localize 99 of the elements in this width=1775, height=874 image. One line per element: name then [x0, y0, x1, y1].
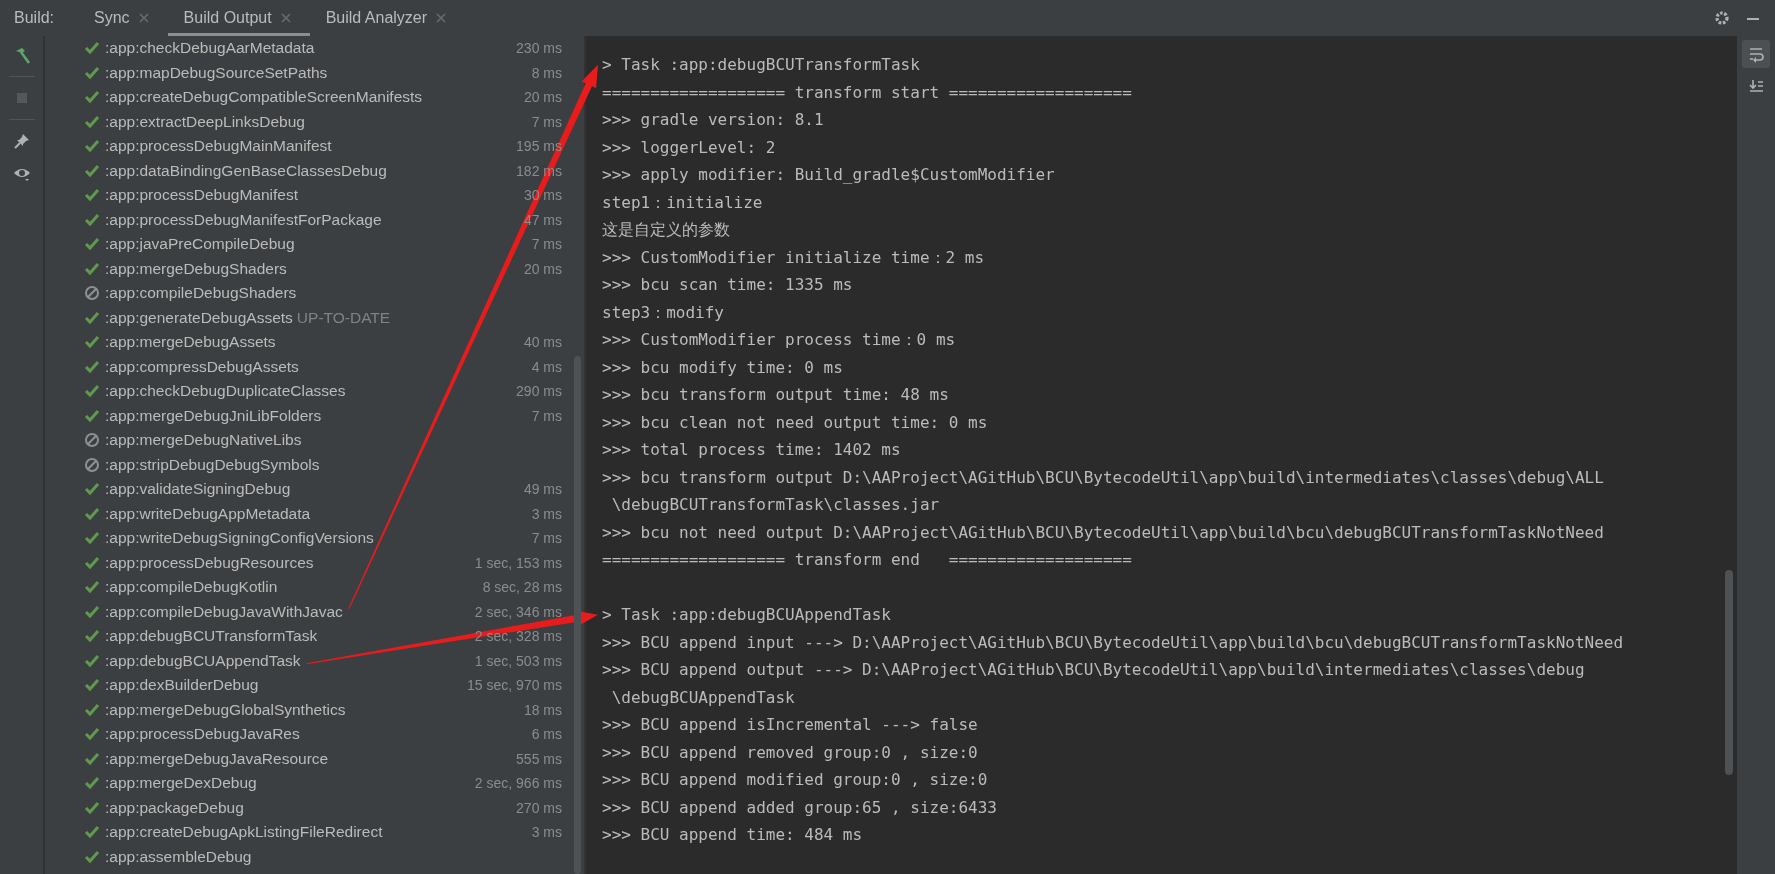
task-name[interactable]: :app:processDebugMainManifest [105, 137, 332, 156]
console-line: >>> bcu scan time: 1335 ms [602, 274, 854, 296]
task-name[interactable]: :app:debugBCUTransformTask [105, 627, 318, 646]
task-name[interactable]: :app:mergeDebugNativeLibs [105, 431, 302, 450]
task-duration: 7 ms [531, 530, 562, 547]
task-duration: 49 ms [523, 481, 562, 498]
console-line: >>> BCU append modified group:0 , size:0 [602, 769, 989, 791]
panel-title: Build: [14, 9, 55, 27]
task-name[interactable]: :app:generateDebugAssets [105, 308, 293, 327]
scroll-to-end-icon[interactable] [1747, 77, 1765, 95]
console-line: >>> bcu clean not need output time: 0 ms [602, 411, 989, 434]
task-duration: 7 ms [531, 407, 562, 424]
task-name[interactable]: :app:writeDebugAppMetadata [105, 504, 311, 523]
task-name[interactable]: :app:checkDebugDuplicateClasses [105, 382, 346, 401]
close-icon[interactable] [279, 12, 292, 24]
task-duration: 270 ms [516, 799, 562, 816]
console-line: step1：initialize [602, 191, 764, 214]
task-duration: 7 ms [531, 113, 562, 130]
task-name[interactable]: :app:mergeDebugShaders [105, 259, 287, 278]
close-icon[interactable] [137, 12, 150, 24]
task-duration: 2 sec, 966 ms [474, 775, 562, 792]
task-duration: 6 ms [531, 726, 562, 743]
console-line: >>> BCU append removed group:0 , size:0 [602, 741, 979, 764]
task-name[interactable]: :app:processDebugJavaRes [105, 725, 300, 744]
console-line: >>> bcu not need output D:\AAProject\AGitHub\BCU\BytecodeUtil\app\build\bcu\debugBCUTransformTaskNotNeed [602, 521, 1605, 544]
task-name[interactable]: :app:mergeDebugGlobalSynthetics [105, 700, 346, 719]
pin-icon[interactable] [12, 132, 31, 150]
console-line: >>> bcu modify time: 0 ms [602, 356, 844, 379]
console-line: \debugBCUTransformTask\classes.jar [610, 494, 941, 516]
console-line: >>> BCU append isIncremental ---> false [602, 714, 979, 736]
task-duration: 8 sec, 28 ms [482, 579, 562, 596]
task-name[interactable]: :app:validateSigningDebug [105, 480, 291, 499]
task-name[interactable]: :app:processDebugManifestForPackage [105, 210, 382, 229]
console-line: >>> bcu transform output D:\AAProject\AGitHub\BCU\BytecodeUtil\app\build\intermediates\classes\debug\ALL [602, 466, 1605, 489]
soft-wrap-icon[interactable] [1747, 45, 1765, 63]
task-name[interactable]: :app:mergeDexDebug [105, 774, 257, 793]
task-name[interactable]: :app:mapDebugSourceSetPaths [105, 63, 328, 82]
task-name[interactable]: :app:createDebugApkListingFileRedirect [105, 823, 383, 842]
task-duration: 290 ms [516, 383, 562, 400]
console-line: > Task :app:debugBCUTransformTask [602, 54, 921, 76]
task-name[interactable]: :app:assembleDebug [105, 847, 252, 866]
task-status: UP-TO-DATE [296, 308, 391, 327]
console-line: > Task :app:debugBCUAppendTask [602, 604, 892, 626]
console-line: 这是自定义的参数 [602, 219, 731, 241]
console-line: >>> BCU append input ---> D:\AAProject\AGitHub\BCU\BytecodeUtil\app\build\bcu\debugBCUTransformTaskNotNeed [602, 631, 1625, 654]
console-line: >>> gradle version: 8.1 [602, 109, 825, 131]
scrollbar-thumb[interactable] [574, 356, 581, 874]
task-name[interactable]: :app:processDebugManifest [105, 186, 298, 205]
tab[interactable]: Build Analyzer [309, 0, 466, 36]
task-name[interactable]: :app:debugBCUAppendTask [105, 651, 301, 670]
tab[interactable]: Sync [78, 0, 168, 36]
console-line: >>> bcu transform output time: 48 ms [602, 384, 950, 406]
task-name[interactable]: :app:checkDebugAarMetadata [105, 39, 315, 58]
console-line: >>> BCU append output ---> D:\AAProject\AGitHub\BCU\BytecodeUtil\app\build\intermediates\classes\debug [602, 659, 1586, 681]
task-duration: 3 ms [531, 505, 562, 522]
task-duration: 555 ms [516, 750, 562, 767]
task-name[interactable]: :app:stripDebugDebugSymbols [105, 455, 320, 474]
task-duration: 15 sec, 970 ms [467, 677, 562, 694]
task-duration: 7 ms [531, 236, 562, 253]
console-line: >>> loggerLevel: 2 [602, 136, 777, 159]
task-name[interactable]: :app:javaPreCompileDebug [105, 235, 295, 254]
task-name[interactable]: :app:dataBindingGenBaseClassesDebug [105, 161, 387, 180]
task-duration: 3 ms [531, 824, 562, 841]
task-duration: 230 ms [516, 40, 562, 57]
task-duration: 2 sec, 346 ms [474, 603, 562, 620]
task-duration: 4 ms [531, 358, 562, 375]
console-line: >>> BCU append added group:65 , size:6433 [602, 796, 998, 819]
settings-icon[interactable] [1713, 9, 1731, 27]
task-name[interactable]: :app:compileDebugJavaWithJavac [105, 602, 343, 621]
task-duration: 20 ms [523, 260, 562, 277]
task-name[interactable]: :app:mergeDebugAssets [105, 333, 276, 352]
console-line: =================== transform end =================== [602, 549, 1133, 571]
console-line: >>> total process time: 1402 ms [602, 439, 902, 461]
task-name[interactable]: :app:packageDebug [105, 798, 244, 817]
task-duration: 40 ms [523, 334, 562, 351]
task-duration: 18 ms [523, 701, 562, 718]
task-name[interactable]: :app:writeDebugSigningConfigVersions [105, 529, 374, 548]
console-line: >>> CustomModifier process time：0 ms [602, 329, 957, 351]
task-duration: 20 ms [523, 89, 562, 106]
task-name[interactable]: :app:compressDebugAssets [105, 357, 299, 376]
task-name[interactable]: :app:compileDebugKotlin [105, 578, 278, 597]
task-duration: 1 sec, 153 ms [474, 554, 562, 571]
console-line: =================== transform start =================== [602, 81, 1133, 104]
console-line: \debugBCUAppendTask [610, 686, 796, 709]
console-line: >>> apply modifier: Build_gradle$CustomModifier [602, 164, 1056, 186]
console-line: >>> CustomModifier initialize time：2 ms [602, 246, 986, 269]
task-duration: 1 sec, 503 ms [474, 652, 562, 669]
console-line: >>> BCU append time: 484 ms [602, 824, 864, 846]
close-icon[interactable] [435, 12, 448, 24]
task-name[interactable]: :app:processDebugResources [105, 553, 314, 572]
task-name[interactable]: :app:dexBuilderDebug [105, 676, 259, 695]
console-line: step3：modify [602, 301, 725, 324]
task-name[interactable]: :app:mergeDebugJniLibFolders [105, 406, 322, 425]
scrollbar-thumb[interactable] [1725, 570, 1733, 775]
task-name[interactable]: :app:compileDebugShaders [105, 284, 297, 303]
task-name[interactable]: :app:extractDeepLinksDebug [105, 112, 305, 131]
task-name[interactable]: :app:createDebugCompatibleScreenManifests [105, 88, 423, 107]
task-name[interactable]: :app:mergeDebugJavaResource [105, 749, 329, 768]
task-duration: 8 ms [531, 64, 562, 81]
